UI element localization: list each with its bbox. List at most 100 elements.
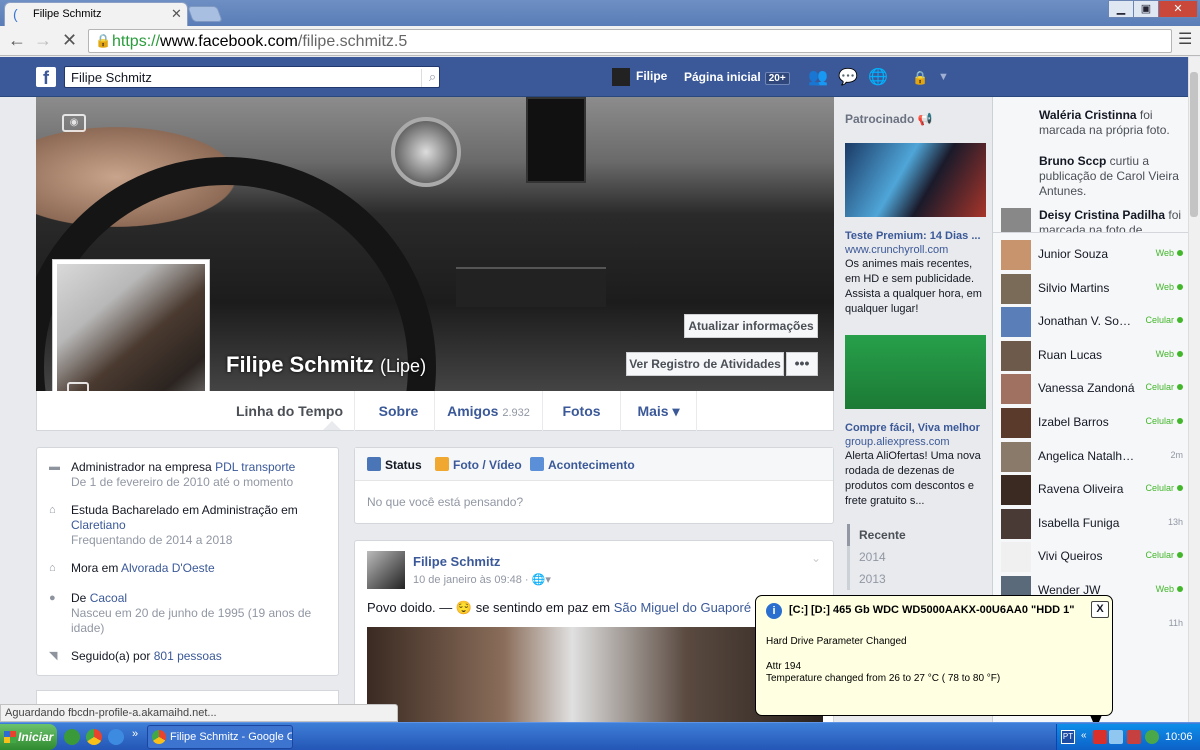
about-work-text: Administrador na empresa bbox=[71, 460, 216, 474]
hometown-link[interactable]: Cacoal bbox=[90, 591, 127, 605]
location-pin-icon: ● bbox=[49, 592, 56, 604]
tab-close-icon[interactable]: ✕ bbox=[171, 6, 182, 22]
chat-contact[interactable]: Jonathan V. Souza Celular bbox=[993, 304, 1189, 338]
chat-contact[interactable]: Junior Souza Web bbox=[993, 237, 1189, 270]
minimize-button[interactable]: ▁ bbox=[1108, 0, 1134, 18]
composer-tab-photo[interactable]: Foto / Vídeo bbox=[435, 457, 522, 472]
friend-requests-icon[interactable]: 👥 bbox=[808, 67, 828, 87]
ad-title[interactable]: Teste Premium: 14 Dias ... bbox=[845, 230, 986, 242]
new-tab-button[interactable] bbox=[187, 6, 223, 22]
city-link[interactable]: Alvorada D'Oeste bbox=[121, 561, 215, 575]
year-item[interactable]: 2013 bbox=[847, 568, 987, 590]
online-dot-icon bbox=[1177, 586, 1183, 592]
update-info-button[interactable]: Atualizar informações bbox=[684, 314, 818, 338]
facebook-logo-icon[interactable]: f bbox=[36, 67, 56, 88]
ad-title[interactable]: Compre fácil, Viva melhor bbox=[845, 422, 986, 434]
url-text[interactable]: https://www.facebook.com/filipe.schmitz.… bbox=[112, 33, 407, 51]
chat-contact[interactable]: Vanessa Zandoná Celular bbox=[993, 371, 1189, 405]
start-button[interactable]: Iniciar bbox=[0, 724, 57, 750]
browser-menu-icon[interactable]: ☰ bbox=[1178, 29, 1192, 49]
ticker-item[interactable]: Waléria Cristinna foi marcada na própria… bbox=[993, 102, 1189, 148]
chat-status-text: 13h bbox=[1167, 516, 1183, 527]
more-options-button[interactable]: ••• bbox=[786, 352, 818, 376]
chat-contact[interactable]: Izabel Barros Celular bbox=[993, 405, 1189, 438]
tray-app-icon[interactable] bbox=[1127, 730, 1141, 744]
timeline-year-nav: Recente 2014 2013 bbox=[847, 524, 987, 590]
language-indicator[interactable]: PT bbox=[1061, 730, 1075, 744]
browser-tab[interactable]: ( Filipe Schmitz ✕ bbox=[4, 2, 188, 26]
avatar bbox=[1001, 208, 1031, 232]
ticker-item[interactable]: Bruno Sccp curtiu a publicação de Carol … bbox=[993, 148, 1189, 198]
post-author-avatar[interactable] bbox=[367, 551, 405, 589]
rss-icon: ◥ bbox=[49, 650, 58, 662]
timeline-nav: Linha do Tempo Sobre Amigos 2.932 Fotos … bbox=[36, 391, 834, 431]
post-options-chevron-icon[interactable]: ⌄ bbox=[811, 551, 821, 565]
year-item[interactable]: Recente bbox=[847, 524, 987, 546]
about-education: ⌂ Estuda Bacharelado em Administração em… bbox=[49, 503, 333, 548]
employer-link[interactable]: PDL transporte bbox=[215, 460, 295, 474]
forward-icon[interactable]: → bbox=[34, 30, 52, 51]
privacy-shortcuts-icon[interactable]: 🔒 bbox=[912, 70, 928, 86]
settings-chevron-down-icon[interactable]: ▼ bbox=[938, 71, 949, 83]
network-icon[interactable] bbox=[1109, 730, 1123, 744]
search-input[interactable] bbox=[65, 67, 405, 87]
notifications-globe-icon[interactable]: 🌐 bbox=[868, 67, 888, 87]
ad-url[interactable]: www.crunchyroll.com bbox=[845, 244, 948, 256]
ad-url[interactable]: group.aliexpress.com bbox=[845, 436, 950, 448]
tray-app-icon[interactable] bbox=[1145, 730, 1159, 744]
tray-expand-icon[interactable]: « bbox=[1081, 730, 1087, 741]
scrollbar-thumb[interactable] bbox=[1190, 72, 1198, 217]
close-window-button[interactable]: ✕ bbox=[1158, 0, 1198, 18]
chat-contact-name: Silvio Martins bbox=[1038, 280, 1110, 295]
messages-icon[interactable]: 💬 bbox=[838, 67, 858, 87]
chat-contact[interactable]: Ruan Lucas Web bbox=[993, 338, 1189, 371]
stop-icon[interactable]: ✕ bbox=[62, 30, 77, 51]
taskbar-window-title: Filipe Schmitz - Google C... bbox=[170, 731, 293, 743]
quicklaunch-chrome-icon[interactable] bbox=[86, 729, 102, 745]
search-icon[interactable]: ⌕ bbox=[421, 69, 443, 87]
post-time[interactable]: 10 de janeiro às 09:48 · bbox=[413, 574, 532, 586]
composer-tab-status[interactable]: Status bbox=[367, 457, 422, 472]
chat-contact-name: Ruan Lucas bbox=[1038, 347, 1103, 362]
system-tray: PT « 10:06 bbox=[1056, 724, 1200, 750]
taskbar-chrome-window[interactable]: Filipe Schmitz - Google C... bbox=[147, 725, 293, 749]
audience-globe-icon[interactable]: 🌐▾ bbox=[532, 574, 551, 586]
post-author-name[interactable]: Filipe Schmitz bbox=[413, 554, 500, 569]
maximize-button[interactable]: ▣ bbox=[1133, 0, 1159, 18]
lock-icon: 🔒 bbox=[95, 33, 112, 48]
followers-link[interactable]: 801 pessoas bbox=[154, 649, 222, 663]
activity-log-button[interactable]: Ver Registro de Atividades bbox=[626, 352, 784, 376]
quicklaunch-more-icon[interactable]: » bbox=[132, 728, 138, 740]
school-link[interactable]: Claretiano bbox=[71, 518, 126, 532]
composer-tab-label: Foto / Vídeo bbox=[453, 458, 522, 472]
composer-tabs: Status Foto / Vídeo Acontecimento bbox=[355, 448, 833, 481]
balloon-line: Temperature changed from 26 to 27 °C ( 7… bbox=[766, 673, 1001, 684]
tab-about[interactable]: Sobre bbox=[363, 391, 435, 431]
quicklaunch-app-icon[interactable] bbox=[64, 729, 80, 745]
tab-more[interactable]: Mais ▾ bbox=[621, 391, 697, 431]
address-bar[interactable]: 🔒 https://www.facebook.com/filipe.schmit… bbox=[88, 29, 1172, 53]
back-icon[interactable]: ← bbox=[8, 30, 26, 51]
chat-contact[interactable]: Silvio Martins Web bbox=[993, 271, 1189, 304]
composer-input[interactable]: No que você está pensando? bbox=[367, 495, 523, 509]
year-item[interactable]: 2014 bbox=[847, 546, 987, 568]
quicklaunch-ie-icon[interactable] bbox=[108, 729, 124, 745]
feeling-emoji-icon: 😌 bbox=[455, 600, 473, 615]
megaphone-icon: 📢 bbox=[917, 112, 933, 126]
home-link[interactable]: Página inicial 20+ bbox=[684, 70, 790, 85]
composer-tab-event[interactable]: Acontecimento bbox=[530, 457, 635, 472]
ticker-item[interactable]: Deisy Cristina Padilha foi marcada na fo… bbox=[993, 204, 1189, 232]
profile-link[interactable]: Filipe bbox=[612, 68, 667, 86]
chat-contact[interactable]: Isabella Funiga 13h bbox=[993, 506, 1189, 539]
chat-contact[interactable]: Angelica Natalha ... 2m bbox=[993, 439, 1189, 472]
change-cover-camera-icon[interactable]: ◉ bbox=[62, 114, 86, 132]
hdd-sentinel-icon[interactable] bbox=[1093, 730, 1107, 744]
balloon-close-button[interactable]: X bbox=[1091, 601, 1109, 618]
chat-contact[interactable]: Ravena Oliveira Celular bbox=[993, 472, 1189, 506]
ad-image-crunchyroll[interactable] bbox=[845, 143, 986, 217]
tab-friends[interactable]: Amigos 2.932 bbox=[435, 391, 543, 431]
post-place-link[interactable]: São Miguel do Guaporé bbox=[614, 600, 751, 615]
tab-photos[interactable]: Fotos bbox=[543, 391, 621, 431]
ad-image-aliexpress[interactable] bbox=[845, 335, 986, 409]
chat-contact[interactable]: Vivi Queiros Celular bbox=[993, 539, 1189, 573]
